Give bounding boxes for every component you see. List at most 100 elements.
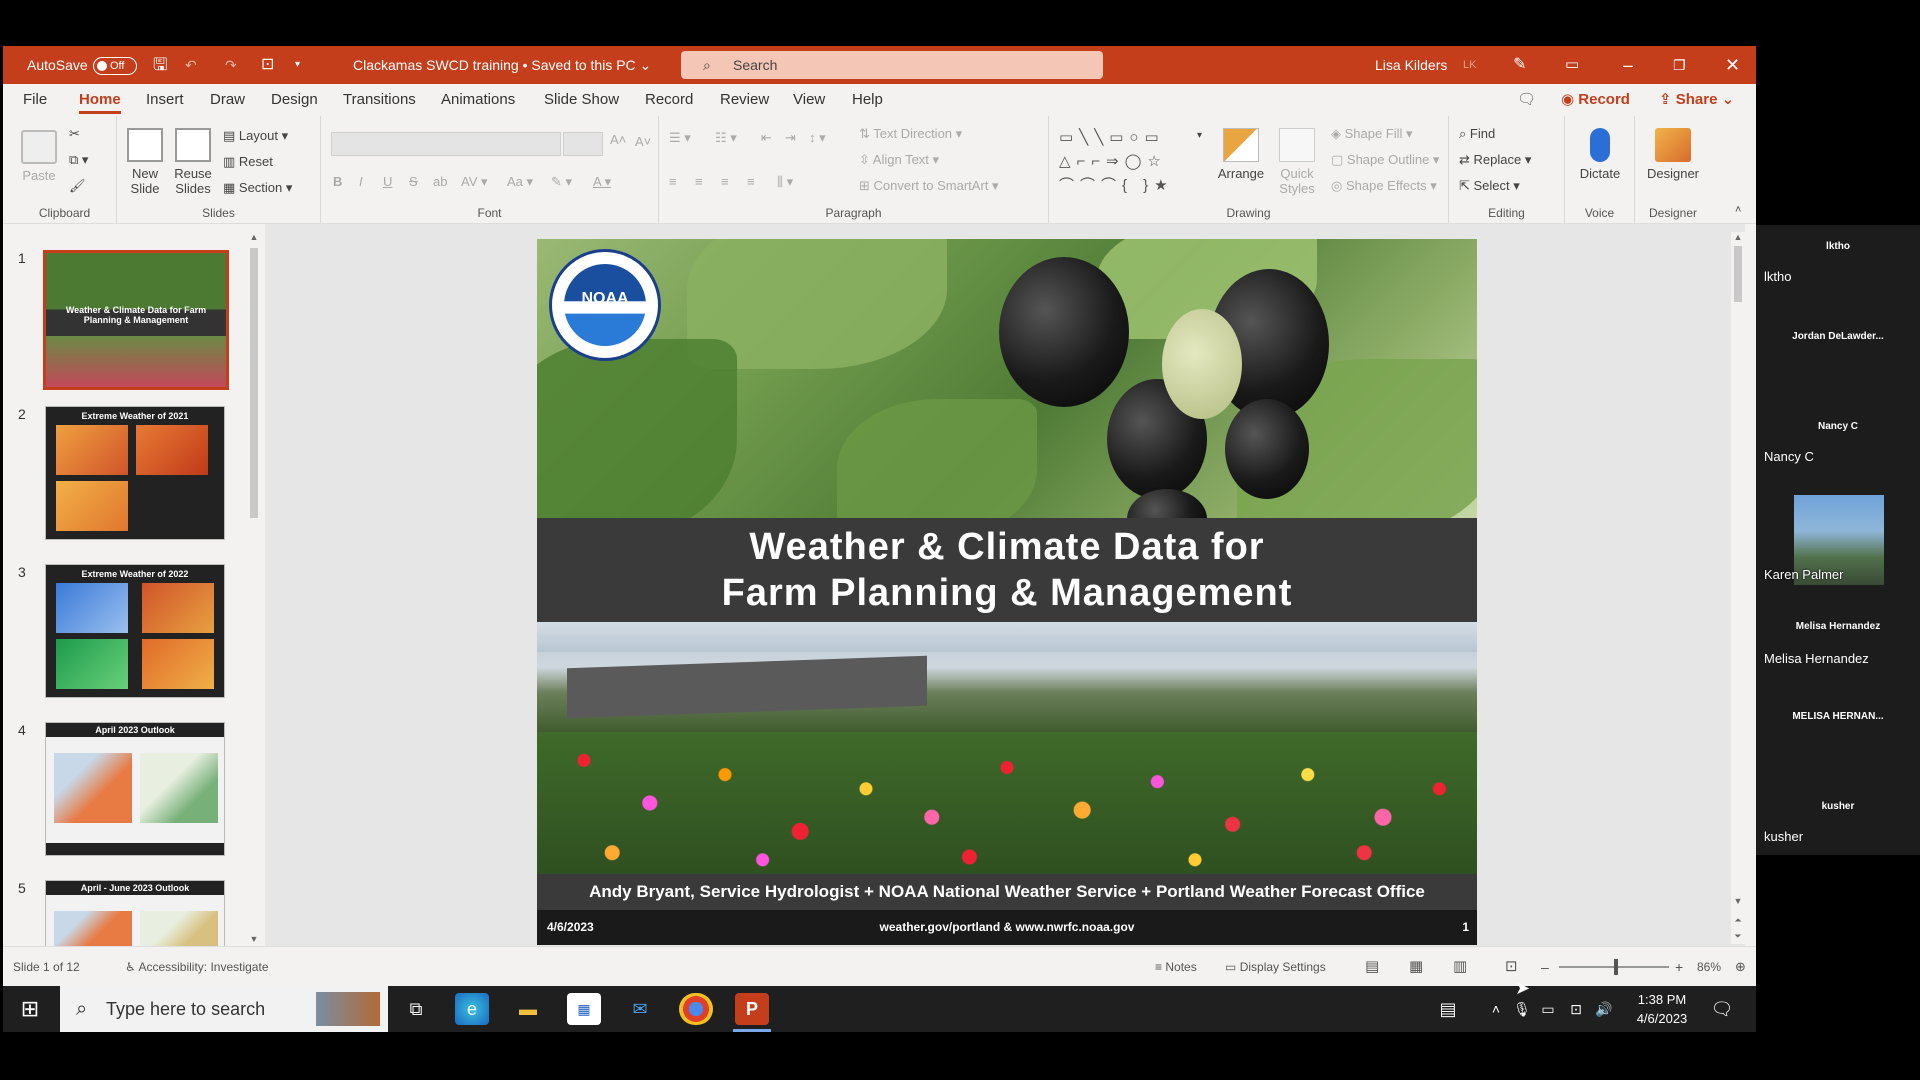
text-direction-button[interactable]: ⇅ Text Direction ▾ — [859, 126, 962, 142]
chrome-icon[interactable] — [679, 993, 713, 1025]
format-painter-icon[interactable]: 🖌 — [69, 178, 86, 194]
participant-tile[interactable]: Jordan DeLawder... — [1756, 331, 1920, 421]
layout-button[interactable]: ▤ Layout ▾ — [223, 128, 288, 144]
minimize-icon[interactable]: – — [1623, 46, 1633, 84]
present-from-start-icon[interactable]: ⊡ — [261, 46, 274, 84]
taskbar-clock[interactable]: 1:38 PM 4/6/2023 — [1627, 990, 1697, 1028]
participant-tile[interactable]: Melisa Hernandez Melisa Hernandez — [1756, 621, 1920, 711]
microsoft-store-icon[interactable]: ▦ — [567, 993, 601, 1025]
comments-icon[interactable]: 🗨 — [1517, 88, 1536, 112]
share-button[interactable]: ⇪ Share ⌄ — [1659, 88, 1734, 112]
search-input[interactable]: ⌕ Search — [681, 51, 1103, 79]
shape-effects-button[interactable]: ◎ Shape Effects ▾ — [1331, 178, 1437, 194]
participant-tile[interactable]: Karen Palmer — [1756, 495, 1920, 585]
scrollbar-thumb[interactable] — [250, 248, 258, 518]
tab-design[interactable]: Design — [271, 84, 318, 116]
shrink-font-icon[interactable]: A˅ — [635, 134, 651, 149]
paste-button[interactable]: Paste — [19, 130, 59, 183]
shape-fill-button[interactable]: ◈ Shape Fill ▾ — [1331, 126, 1413, 142]
shape-outline-button[interactable]: ▢ Shape Outline ▾ — [1331, 152, 1439, 168]
scroll-down-icon[interactable]: ▼ — [247, 934, 261, 944]
avatar[interactable]: LK — [1463, 46, 1476, 84]
slide-thumbnail-4[interactable]: April 2023 Outlook — [45, 722, 225, 856]
tab-view[interactable]: View — [793, 84, 825, 116]
tab-file[interactable]: File — [23, 84, 47, 116]
customize-qat-icon[interactable]: ▾ — [295, 46, 300, 84]
slide-thumbnail-5[interactable]: April - June 2023 Outlook — [45, 880, 225, 946]
font-size-select[interactable] — [563, 132, 603, 156]
participant-tile[interactable]: lktho lktho — [1756, 241, 1920, 331]
section-button[interactable]: ▦ Section ▾ — [223, 180, 292, 196]
zoom-slider[interactable] — [1559, 947, 1669, 987]
windows-start-icon[interactable]: ⊞ — [13, 993, 47, 1025]
justify-icon[interactable]: ≡ — [747, 174, 755, 189]
tab-transitions[interactable]: Transitions — [343, 84, 416, 116]
tab-home[interactable]: Home — [79, 84, 121, 116]
close-icon[interactable]: ✕ — [1725, 46, 1740, 84]
char-spacing-icon[interactable]: ab — [433, 174, 447, 189]
bold-icon[interactable]: B — [333, 174, 342, 189]
change-case-icon[interactable]: AV ▾ — [461, 174, 488, 190]
align-center-icon[interactable]: ≡ — [695, 174, 703, 189]
zoom-in-icon[interactable]: + — [1675, 947, 1683, 987]
bullets-icon[interactable]: ☰ ▾ — [669, 130, 691, 146]
collapse-ribbon-icon[interactable]: ˄ — [1735, 204, 1741, 216]
tab-animations[interactable]: Animations — [441, 84, 515, 116]
align-right-icon[interactable]: ≡ — [721, 174, 729, 189]
line-spacing-icon[interactable]: ↕ ▾ — [809, 130, 826, 146]
pen-icon[interactable]: ✎ — [1513, 46, 1526, 84]
slide-sorter-icon[interactable]: ▦ — [1409, 947, 1423, 987]
numbering-icon[interactable]: ☷ ▾ — [715, 130, 737, 146]
tab-review[interactable]: Review — [720, 84, 769, 116]
record-button[interactable]: ◉ Record — [1561, 88, 1630, 112]
accessibility-button[interactable]: ♿ Accessibility: Investigate — [125, 947, 269, 987]
thumbnail-scrollbar[interactable]: ▲ ▼ — [247, 232, 261, 944]
current-slide[interactable]: NOAA Weather & Climate Data for Farm Pla… — [537, 239, 1477, 945]
task-view-icon[interactable]: ⧉ — [399, 993, 433, 1025]
restore-icon[interactable]: ❐ — [1673, 46, 1686, 84]
decrease-indent-icon[interactable]: ⇤ — [761, 130, 772, 146]
notifications-icon[interactable]: 🗨 — [1705, 993, 1739, 1025]
scrollbar-thumb[interactable] — [1734, 246, 1742, 302]
news-widget-icon[interactable]: ▤ — [1431, 993, 1465, 1025]
grow-font-icon[interactable]: A˄ — [610, 132, 626, 147]
save-icon[interactable]: 🖫 — [153, 46, 167, 84]
shapes-more-icon[interactable]: ▾ — [1197, 130, 1202, 141]
strikethrough-icon[interactable]: S — [409, 174, 418, 189]
file-explorer-icon[interactable]: ▬ — [511, 993, 545, 1025]
align-left-icon[interactable]: ≡ — [669, 174, 677, 189]
edge-icon[interactable]: e — [455, 993, 489, 1025]
previous-slide-icon[interactable]: ⏶ — [1731, 915, 1745, 926]
replace-button[interactable]: ⇄ Replace ▾ — [1459, 152, 1531, 168]
new-slide-button[interactable]: New Slide — [123, 128, 167, 196]
dictate-button[interactable]: Dictate — [1573, 128, 1627, 181]
participant-tile[interactable]: kusher kusher — [1756, 801, 1920, 891]
slide-thumbnail-1[interactable]: Weather & Climate Data for Farm Planning… — [43, 250, 229, 390]
arrange-button[interactable]: Arrange — [1215, 128, 1267, 181]
notes-button[interactable]: ≡ Notes — [1155, 947, 1197, 987]
font-case-icon[interactable]: Aa ▾ — [507, 174, 533, 190]
shapes-gallery[interactable]: ▭╲╲▭○▭ △⌐⌐⇒◯☆ ⌒⌒⌒{ }★ — [1059, 126, 1195, 202]
tab-slide-show[interactable]: Slide Show — [544, 84, 619, 116]
underline-icon[interactable]: U — [383, 174, 392, 189]
mail-icon[interactable]: ✉ — [623, 993, 657, 1025]
scroll-down-icon[interactable]: ▼ — [1731, 896, 1745, 906]
slide-thumbnail-3[interactable]: Extreme Weather of 2022 — [45, 564, 225, 698]
ribbon-display-icon[interactable]: ▭ — [1565, 46, 1579, 84]
participant-tile[interactable]: MELISA HERNAN... — [1756, 711, 1920, 801]
user-name[interactable]: Lisa Kilders — [1375, 46, 1447, 84]
scroll-up-icon[interactable]: ▲ — [247, 232, 261, 242]
tab-draw[interactable]: Draw — [210, 84, 245, 116]
powerpoint-icon[interactable]: P — [735, 993, 769, 1025]
quick-styles-button[interactable]: Quick Styles — [1271, 128, 1323, 196]
select-button[interactable]: ⇱ Select ▾ — [1459, 178, 1520, 194]
convert-smartart-button[interactable]: ⊞ Convert to SmartArt ▾ — [859, 178, 999, 194]
increase-indent-icon[interactable]: ⇥ — [785, 130, 796, 146]
fit-slide-icon[interactable]: ⊕ — [1735, 947, 1746, 987]
cut-icon[interactable]: ✂ — [69, 126, 80, 142]
autosave-toggle[interactable]: Off — [93, 46, 137, 84]
reset-button[interactable]: ▥ Reset — [223, 154, 273, 170]
reuse-slides-button[interactable]: Reuse Slides — [171, 128, 215, 196]
tab-insert[interactable]: Insert — [146, 84, 184, 116]
highlight-icon[interactable]: ✎ ▾ — [551, 174, 572, 190]
